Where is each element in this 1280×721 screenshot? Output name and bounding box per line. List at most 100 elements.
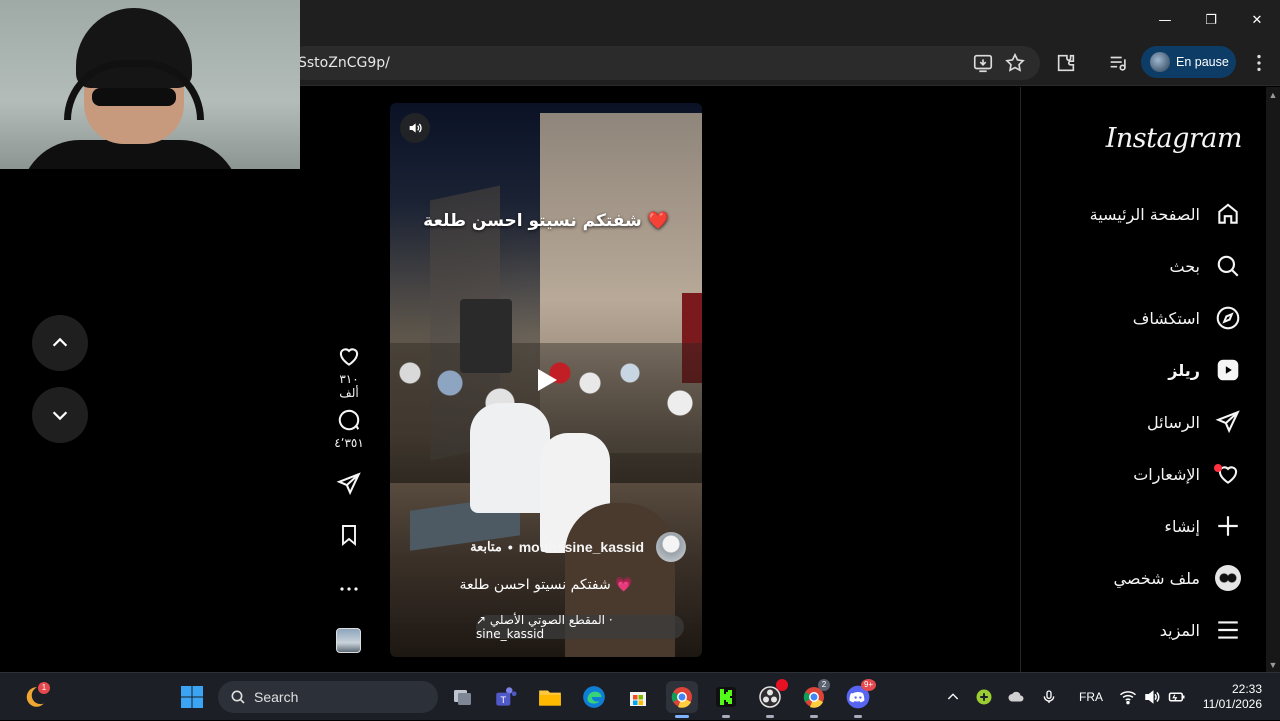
share-icon[interactable] (336, 471, 362, 497)
microphone-icon[interactable] (1041, 688, 1057, 706)
windows-logo-icon (181, 686, 203, 708)
search-icon (231, 690, 245, 704)
sidebar-item-label: المزيد (1159, 620, 1200, 640)
language-indicator[interactable]: FRA (1079, 690, 1103, 704)
sidebar-item-label: استكشاف (1132, 308, 1200, 328)
cloud-icon[interactable] (1006, 688, 1026, 706)
share-action[interactable] (330, 471, 368, 497)
chrome-app-active[interactable] (666, 681, 698, 718)
sidebar-item-label: ريلز (1168, 360, 1200, 380)
restore-button[interactable]: ❐ (1188, 0, 1234, 40)
close-button[interactable]: ✕ (1234, 0, 1280, 40)
sidebar-item-messages[interactable]: الرسائل (1147, 402, 1242, 442)
extensions-icon[interactable] (1055, 52, 1077, 74)
kick-icon (716, 687, 736, 707)
minimize-button[interactable]: — (1142, 0, 1188, 40)
author-row: متابعة • mouhssine_kassid (390, 531, 702, 563)
author-username[interactable]: mouhssine_kassid (519, 539, 644, 555)
sidebar-item-search[interactable]: بحث (1170, 246, 1243, 286)
svg-text:T: T (500, 696, 507, 706)
reel-caption: شفتكم نسيتو احسن طلعة 💗 (459, 577, 633, 593)
chevron-up-icon[interactable] (945, 689, 961, 705)
running-indicator (854, 715, 862, 718)
sidebar-item-reels[interactable]: ريلز (1168, 350, 1242, 390)
start-button[interactable] (176, 681, 208, 713)
store-app[interactable] (622, 681, 654, 713)
audio-thumbnail[interactable] (336, 628, 361, 653)
media-control-icon[interactable] (1107, 52, 1129, 74)
profile-avatar (1150, 52, 1170, 72)
follow-button[interactable]: متابعة (470, 539, 502, 555)
reel-video[interactable]: شفتكم نسيتو احسن طلعة ❤️ متابعة • mouhss… (390, 103, 702, 657)
author-avatar[interactable] (656, 532, 686, 562)
audio-link[interactable]: ↗ المقطع الصوتي الأصلي · sine_kassid (476, 613, 684, 641)
reel-overlay-text: شفتكم نسيتو احسن طلعة ❤️ (423, 211, 669, 231)
sidebar-item-explore[interactable]: استكشاف (1133, 298, 1242, 338)
store-icon (630, 692, 646, 706)
more-icon[interactable] (337, 577, 361, 601)
heart-icon[interactable] (336, 343, 362, 369)
save-action[interactable] (330, 523, 368, 547)
teams-app[interactable]: T (490, 681, 522, 713)
url-text[interactable]: SstoZnCG9p/ (298, 55, 390, 71)
previous-reel-button[interactable] (32, 315, 88, 371)
taskbar-search[interactable]: Search (218, 681, 438, 713)
plus-icon (1218, 516, 1238, 536)
running-indicator (766, 715, 774, 718)
clock-time: 22:33 (1231, 682, 1262, 696)
sidebar-item-create[interactable]: إنشاء (1164, 506, 1242, 546)
mute-button[interactable] (400, 113, 430, 143)
install-app-icon[interactable] (972, 52, 994, 74)
plus-circle-icon[interactable] (975, 688, 993, 706)
discord-badge: 9+ (861, 679, 876, 691)
video-scene-musician (470, 403, 550, 513)
sidebar-item-more[interactable]: المزيد (1160, 610, 1242, 650)
instagram-sidebar: Instagram الصفحة الرئيسية بحث استكشاف ري… (1020, 87, 1266, 672)
chrome-profile-app[interactable]: 2 (798, 679, 830, 718)
scroll-up-icon[interactable]: ▲ (1268, 90, 1278, 100)
taskbar-clock[interactable]: 22:33 11/01/2026 (1203, 682, 1262, 712)
running-indicator (722, 715, 730, 718)
taskbar-search-placeholder: Search (254, 689, 299, 705)
system-tray: FRA (945, 673, 1187, 721)
sidebar-item-label: الصفحة الرئيسية (1089, 204, 1200, 224)
task-view-button[interactable] (446, 681, 478, 713)
discord-app[interactable]: 9+ (842, 679, 876, 718)
profile-button[interactable]: En pause (1141, 46, 1236, 78)
chrome-icon (671, 687, 692, 708)
sidebar-item-home[interactable]: الصفحة الرئيسية (1090, 194, 1242, 234)
instagram-logo[interactable]: Instagram (1106, 123, 1243, 154)
comment-icon[interactable] (336, 407, 362, 433)
file-explorer-app[interactable] (534, 681, 566, 713)
sidebar-item-notifications[interactable]: الإشعارات (1133, 454, 1242, 494)
webcam-overlay (0, 0, 300, 169)
weather-widget[interactable]: 1 (18, 681, 50, 713)
bookmark-star-icon[interactable] (1004, 52, 1026, 74)
webcam-person-body (20, 140, 240, 169)
battery-icon[interactable] (1167, 688, 1187, 706)
comment-action[interactable]: ٤٬٣٥١ (330, 407, 368, 450)
more-action[interactable] (330, 577, 368, 601)
edge-app[interactable] (578, 681, 610, 713)
volume-icon (409, 123, 422, 133)
scroll-down-icon[interactable]: ▼ (1268, 660, 1278, 670)
browser-menu-icon[interactable] (1248, 52, 1270, 74)
obs-app[interactable] (754, 679, 788, 718)
active-indicator (675, 715, 689, 718)
running-indicator (810, 715, 818, 718)
teams-icon: T (496, 687, 517, 706)
profile-status-label: En pause (1176, 55, 1229, 69)
wifi-icon[interactable] (1119, 688, 1137, 706)
avatar (1215, 565, 1241, 591)
edge-icon (583, 686, 605, 708)
like-action[interactable]: ٣١٠ ألف (330, 343, 368, 400)
next-reel-button[interactable] (32, 387, 88, 443)
kick-app[interactable] (710, 681, 742, 718)
sidebar-item-profile[interactable]: ملف شخصي (1114, 558, 1242, 598)
page-scrollbar[interactable]: ▲ ▼ (1266, 87, 1280, 672)
play-icon[interactable] (535, 367, 559, 393)
volume-icon[interactable] (1143, 688, 1161, 706)
address-bar[interactable]: SstoZnCG9p/ (288, 46, 1040, 80)
chevron-up-icon (52, 337, 68, 347)
bookmark-icon[interactable] (337, 523, 361, 547)
